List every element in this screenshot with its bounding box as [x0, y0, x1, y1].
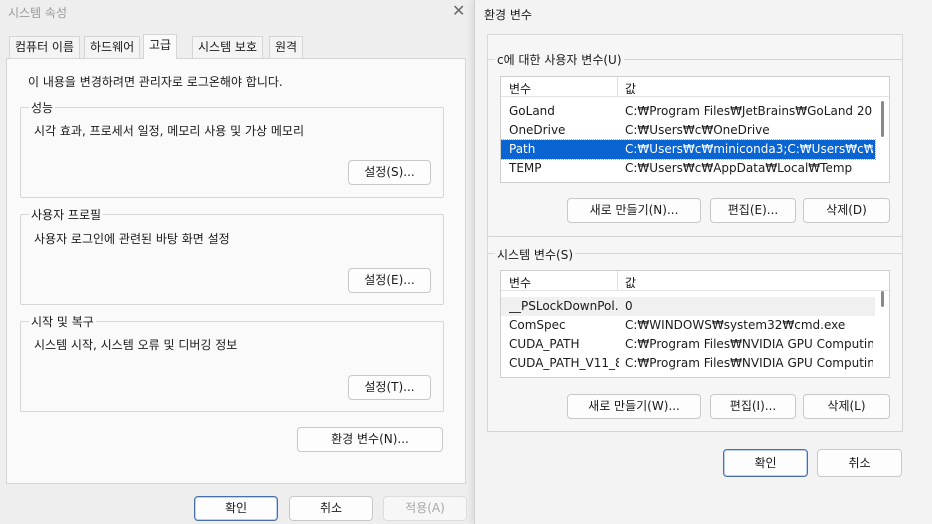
environment-variables-button[interactable]: 환경 변수(N)...: [297, 427, 443, 452]
var-name: TEMP: [509, 161, 542, 175]
startup-recovery-desc: 시스템 시작, 시스템 오류 및 디버깅 정보: [34, 338, 238, 352]
user-vars-scrollbar[interactable]: [878, 97, 888, 182]
startup-recovery-settings-button[interactable]: 설정(T)...: [348, 375, 431, 400]
var-value: C:₩Program Files₩JetBrains₩GoLand 2025..…: [625, 104, 873, 118]
user-var-row[interactable]: OneDrive C:₩Users₩c₩OneDrive: [501, 121, 875, 140]
column-header-value[interactable]: 값: [625, 80, 636, 97]
user-vars-header: 변수 값: [501, 77, 889, 97]
system-var-row[interactable]: CUDA_PATH C:₩Program Files₩NVIDIA GPU Co…: [501, 335, 875, 354]
var-name: CUDA_PATH: [509, 337, 580, 351]
close-icon[interactable]: ✕: [452, 1, 465, 20]
column-header-variable[interactable]: 변수: [509, 80, 531, 97]
system-var-row[interactable]: __PSLockDownPol... 0: [501, 297, 875, 316]
user-profile-desc: 사용자 로그인에 관련된 바탕 화면 설정: [34, 232, 230, 246]
user-var-row[interactable]: GoLand C:₩Program Files₩JetBrains₩GoLand…: [501, 102, 875, 121]
var-value: C:₩Users₩c₩OneDrive: [625, 123, 770, 137]
var-value: C:₩Users₩c₩AppData₩Local₩Temp: [625, 161, 853, 175]
performance-desc: 시각 효과, 프로세서 일정, 메모리 사용 및 가상 메모리: [34, 124, 304, 138]
var-name: CUDA_PATH_V11_8: [509, 356, 619, 370]
user-profile-settings-button[interactable]: 설정(E)...: [348, 268, 431, 293]
user-edit-button[interactable]: 편집(E)...: [710, 198, 796, 223]
system-vars-list[interactable]: 변수 값 __PSLockDownPol... 0 ComSpec C:₩WIN…: [500, 270, 890, 378]
user-var-row-selected[interactable]: Path C:₩Users₩c₩miniconda3;C:₩Users₩c₩mi…: [501, 139, 876, 160]
column-header-variable[interactable]: 변수: [509, 274, 531, 291]
var-value: C:₩WINDOWS₩system32₩cmd.exe: [625, 318, 846, 332]
var-name: __PSLockDownPol...: [509, 299, 619, 313]
admin-note: 이 내용을 변경하려면 관리자로 로그온해야 합니다.: [28, 75, 283, 89]
user-vars-label: c에 대한 사용자 변수(U): [495, 51, 624, 68]
cancel-button[interactable]: 취소: [289, 496, 373, 521]
ok-button[interactable]: 확인: [194, 496, 278, 521]
env-cancel-button[interactable]: 취소: [817, 449, 902, 477]
user-profile-label: 사용자 프로필: [29, 206, 104, 223]
var-name: Path: [509, 142, 536, 156]
system-new-button[interactable]: 새로 만들기(W)...: [567, 394, 701, 419]
window-title: 시스템 속성: [8, 6, 68, 20]
startup-recovery-label: 시작 및 복구: [29, 313, 96, 330]
system-vars-scrollbar[interactable]: [878, 291, 888, 377]
var-name: GoLand: [509, 104, 555, 118]
var-name: ComSpec: [509, 318, 566, 332]
system-var-row[interactable]: CUDA_PATH_V11_8 C:₩Program Files₩NVIDIA …: [501, 354, 875, 373]
system-edit-button[interactable]: 편집(I)...: [710, 394, 796, 419]
scroll-thumb[interactable]: [881, 101, 884, 137]
tab-advanced[interactable]: 고급: [143, 34, 178, 59]
tab-remote[interactable]: 원격: [269, 36, 304, 58]
user-delete-button[interactable]: 삭제(D): [803, 198, 890, 223]
env-ok-button[interactable]: 확인: [723, 449, 808, 477]
tab-hardware[interactable]: 하드웨어: [84, 36, 141, 58]
var-value: C:₩Program Files₩NVIDIA GPU Computing...: [625, 337, 873, 351]
user-new-button[interactable]: 새로 만들기(N)...: [567, 198, 701, 223]
column-separator[interactable]: [617, 77, 618, 97]
tab-computer-name[interactable]: 컴퓨터 이름: [9, 36, 81, 58]
user-var-row[interactable]: TEMP C:₩Users₩c₩AppData₩Local₩Temp: [501, 159, 875, 178]
tab-system-protection[interactable]: 시스템 보호: [192, 36, 264, 58]
var-name: OneDrive: [509, 123, 566, 137]
var-value: 0: [625, 299, 633, 313]
env-window-title: 환경 변수: [484, 8, 532, 22]
column-header-value[interactable]: 값: [625, 274, 636, 291]
scroll-thumb[interactable]: [881, 291, 884, 307]
performance-settings-button[interactable]: 설정(S)...: [348, 160, 431, 185]
system-delete-button[interactable]: 삭제(L): [803, 394, 890, 419]
system-vars-label: 시스템 변수(S): [495, 246, 575, 263]
column-separator[interactable]: [617, 271, 618, 291]
system-var-row[interactable]: ComSpec C:₩WINDOWS₩system32₩cmd.exe: [501, 316, 875, 335]
var-value: C:₩Program Files₩NVIDIA GPU Computing...: [625, 356, 873, 370]
apply-button[interactable]: 적용(A): [383, 496, 467, 521]
system-vars-header: 변수 값: [501, 271, 889, 291]
user-vars-list[interactable]: 변수 값 GoLand C:₩Program Files₩JetBrains₩G…: [500, 76, 890, 183]
performance-label: 성능: [29, 99, 56, 116]
var-value: C:₩Users₩c₩miniconda3;C:₩Users₩c₩min...: [625, 142, 873, 156]
